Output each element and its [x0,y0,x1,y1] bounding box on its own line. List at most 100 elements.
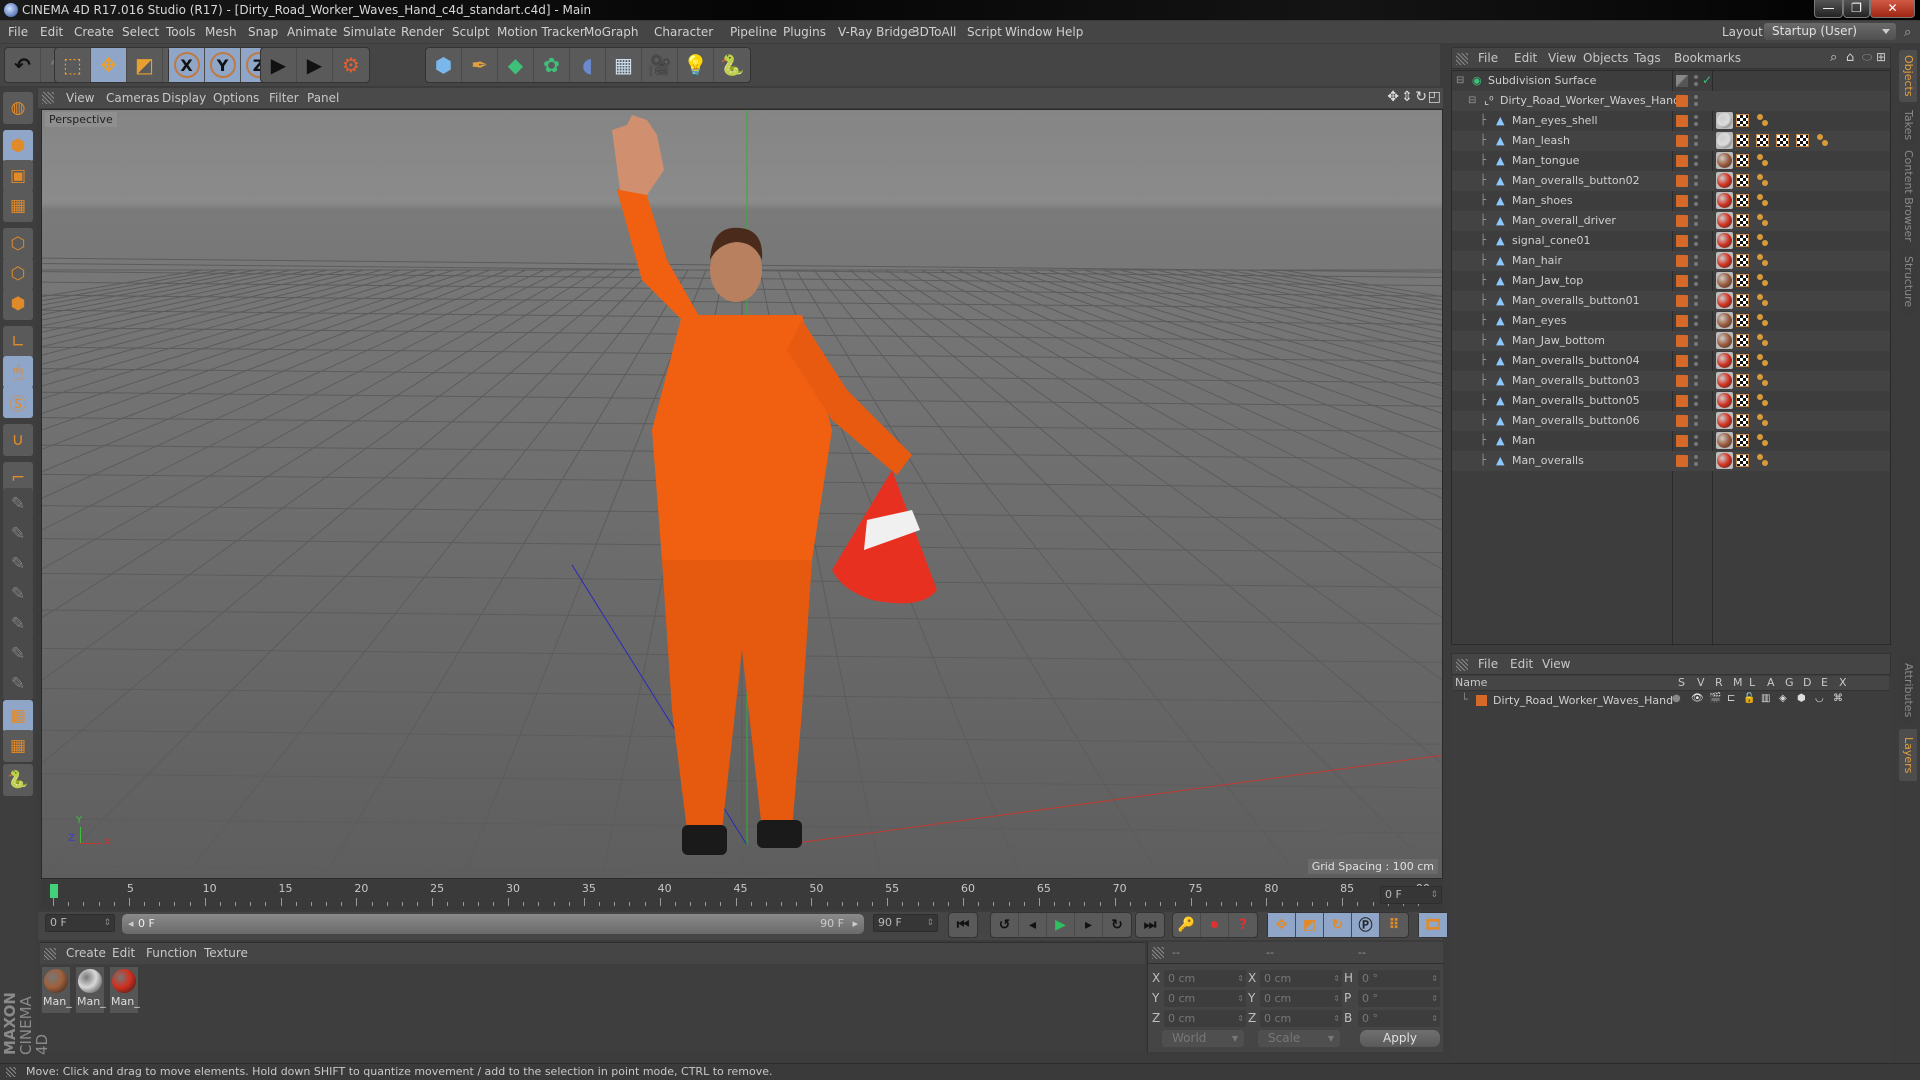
expressions-toggle-icon[interactable]: ◡ [1815,693,1824,704]
visibility-dots-icon[interactable] [1694,174,1698,188]
expand-toggle-icon[interactable]: ⊟ [1468,95,1476,106]
viewport-menu-display[interactable]: Display [162,91,206,105]
material-menu-create[interactable]: Create [66,946,106,960]
visibility-dots-icon[interactable] [1694,194,1698,208]
uvw-tag-icon[interactable] [1776,134,1789,147]
visibility-dots-icon[interactable] [1694,274,1698,288]
search-icon[interactable]: ⌕ [1830,50,1837,65]
object-menu-tags[interactable]: Tags [1634,51,1661,65]
panel-grip-icon[interactable] [1456,53,1468,65]
material-tag[interactable] [1716,332,1733,349]
phong-tag-icon[interactable] [1756,393,1770,407]
rotate-view-icon[interactable]: ↻ [1415,89,1427,105]
layer-color-swatch[interactable] [1676,355,1688,367]
brush-smooth-button[interactable]: ✎ [3,668,33,700]
material-tag[interactable] [1716,432,1733,449]
undo-button[interactable]: ↶ [5,48,41,82]
playhead[interactable] [50,884,58,898]
object-name[interactable]: Man_overalls_button04 [1512,354,1640,367]
layer-row[interactable]: └ Dirty_Road_Worker_Waves_Hand ● 👁 🎬 ⊏ 🔓 ▥ ◈ ⬢ ◡ ⌘ [1451,692,1889,710]
object-name[interactable]: Man_overalls_button02 [1512,174,1640,187]
record-pla-button[interactable]: ⠿ [1380,913,1408,937]
menu-tools[interactable]: Tools [166,25,196,39]
material-tag[interactable] [1716,352,1733,369]
object-row[interactable]: ├ ▲ Man_overalls [1452,451,1890,471]
object-row[interactable]: ├ ▲ Man_Jaw_bottom [1452,331,1890,351]
spinner-icon[interactable]: ⇕ [1333,1010,1340,1027]
menu-sculpt[interactable]: Sculpt [452,25,489,39]
menu-window[interactable]: Window [1005,25,1052,39]
object-menu-objects[interactable]: Objects [1583,51,1628,65]
minimize-button[interactable]: — [1814,0,1843,18]
layer-color-swatch[interactable] [1676,235,1688,247]
material-menu-texture[interactable]: Texture [204,946,248,960]
layer-column-g[interactable]: G [1785,676,1794,689]
object-name[interactable]: Man_overalls_button05 [1512,394,1640,407]
tweak-mode-button[interactable]: 🖱 [3,356,33,388]
uvw-tag-icon[interactable] [1736,374,1749,387]
record-help-button[interactable]: ? [1229,913,1257,937]
visibility-dots-icon[interactable] [1694,114,1698,128]
object-row[interactable]: ├ ▲ Man_overalls_button06 [1452,411,1890,431]
object-name[interactable]: Man_Jaw_top [1512,274,1583,287]
uvw-tag-icon[interactable] [1736,294,1749,307]
rotation-h-field[interactable]: 0 ° ⇕ [1358,970,1440,987]
layer-name[interactable]: Dirty_Road_Worker_Waves_Hand [1493,694,1673,707]
generators-toggle-icon[interactable]: ◈ [1779,693,1787,704]
goto-start-button[interactable]: ⏮ [949,913,977,937]
phong-tag-icon[interactable] [1756,453,1770,467]
current-frame-field[interactable]: 0 F ⇕ [45,914,115,932]
object-name[interactable]: Dirty_Road_Worker_Waves_Hand [1500,94,1680,107]
panel-grip-icon[interactable] [1456,659,1468,671]
spinner-icon[interactable]: ⇕ [1430,887,1438,903]
layer-color-swatch[interactable] [1676,215,1688,227]
object-row[interactable]: ├ ▲ Man_shoes [1452,191,1890,211]
uvw-tag-icon[interactable] [1736,174,1749,187]
object-row[interactable]: ├ ▲ Man_Jaw_top [1452,271,1890,291]
menu-v-ray-bridge[interactable]: V-Ray Bridge [838,25,915,39]
rotation-p-field[interactable]: 0 ° ⇕ [1358,990,1440,1007]
spinner-icon[interactable]: ⇕ [103,915,111,931]
texture-mode-button[interactable]: ▣ [3,160,33,192]
phong-tag-icon[interactable] [1756,413,1770,427]
object-name[interactable]: Man_overalls_button01 [1512,294,1640,307]
panel-grip-icon[interactable] [44,948,56,960]
position-y-field[interactable]: 0 cm ⇕ [1164,990,1246,1007]
uvw-tag-icon[interactable] [1736,114,1749,127]
next-key-button[interactable]: ↻ [1103,913,1131,937]
phong-tag-icon[interactable] [1756,293,1770,307]
phong-tag-icon[interactable] [1756,233,1770,247]
spinner-icon[interactable]: ⇕ [1237,990,1244,1007]
phong-tag-icon[interactable] [1756,113,1770,127]
visibility-dots-icon[interactable] [1694,334,1698,348]
render-settings-button[interactable]: ⚙ [333,48,369,82]
layer-column-x[interactable]: X [1839,676,1847,689]
python-button[interactable]: 🐍 [714,48,750,82]
spinner-icon[interactable]: ⇕ [1237,970,1244,987]
uvw-tag-icon[interactable] [1736,334,1749,347]
object-name[interactable]: Man_shoes [1512,194,1573,207]
material-tag[interactable] [1716,152,1733,169]
viewport-menu-filter[interactable]: Filter [269,91,299,105]
polygons-mode-button[interactable]: ⬢ [3,288,33,320]
python-script-button[interactable]: 🐍 [3,764,33,796]
layer-column-r[interactable]: R [1715,676,1723,689]
layer-color-swatch[interactable] [1676,335,1688,347]
menu-mograph[interactable]: MoGraph [584,25,639,39]
menu-help[interactable]: Help [1056,25,1083,39]
tab-takes[interactable]: Takes [1899,106,1917,144]
phong-tag-icon[interactable] [1756,173,1770,187]
move-view-icon[interactable]: ✥ [1387,89,1399,105]
object-name[interactable]: Man_overall_driver [1512,214,1616,227]
layer-color-swatch[interactable] [1676,275,1688,287]
phong-tag-icon[interactable] [1756,373,1770,387]
transform-mode-select[interactable]: Scale ▼ [1258,1030,1340,1047]
scale-button[interactable]: ◩ [127,48,163,82]
menu-snap[interactable]: Snap [248,25,278,39]
y-axis-lock-button[interactable]: Y [205,48,241,82]
object-name[interactable]: Man [1512,434,1535,447]
visibility-dots-icon[interactable] [1694,414,1698,428]
menu-simulate[interactable]: Simulate [343,25,396,39]
layer-column-e[interactable]: E [1821,676,1828,689]
object-name[interactable]: Man_Jaw_bottom [1512,334,1605,347]
